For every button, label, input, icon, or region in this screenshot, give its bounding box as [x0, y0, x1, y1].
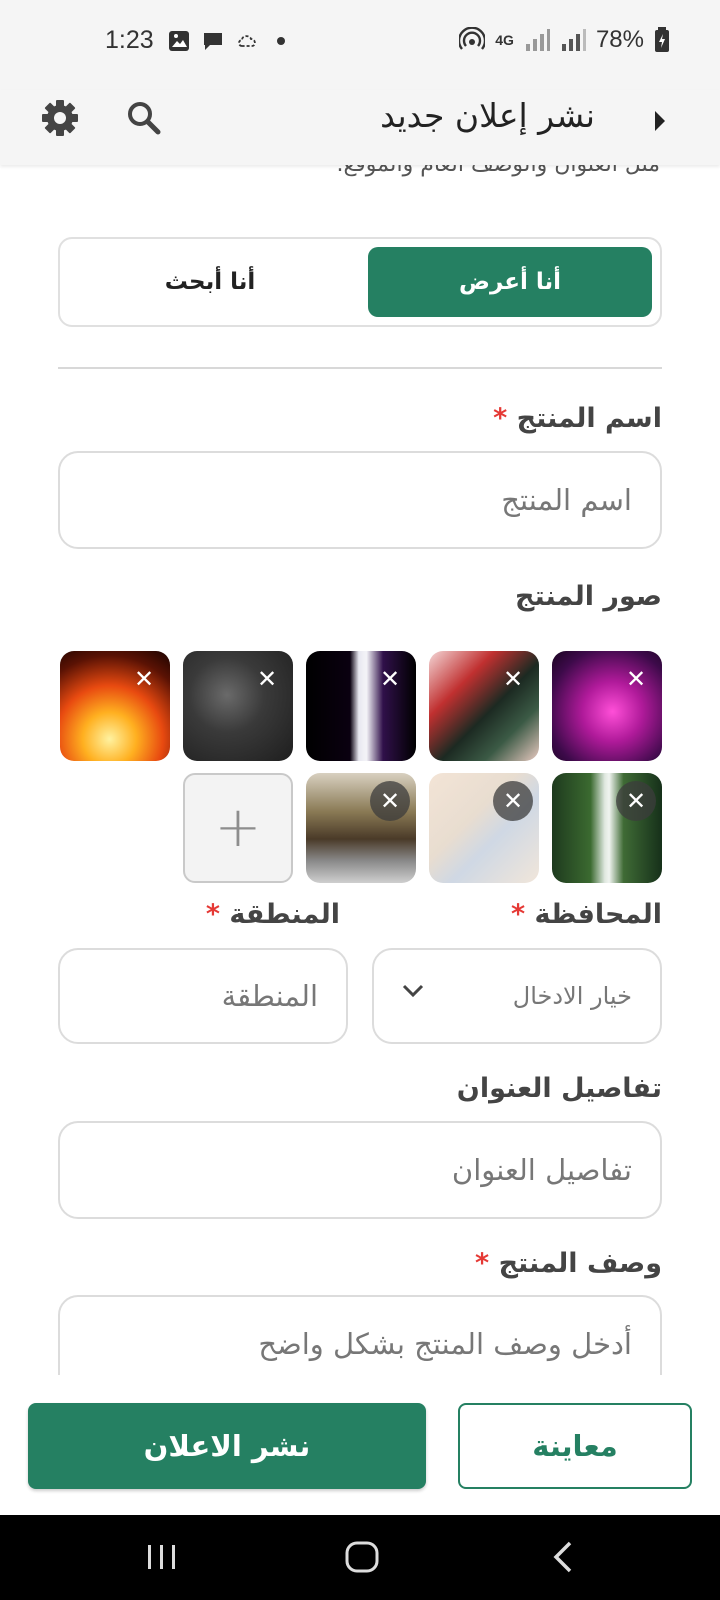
governorate-select[interactable]: خيار الادخال — [372, 948, 662, 1044]
required-mark: * — [205, 899, 220, 930]
governorate-label-text: المحافظة — [534, 899, 662, 930]
divider — [58, 367, 662, 369]
home-icon[interactable] — [342, 1537, 382, 1577]
product-photo-thumbnail[interactable]: ✕ — [183, 651, 293, 761]
battery-percent: 78% — [595, 26, 644, 53]
product-description-textarea[interactable]: أدخل وصف المنتج بشكل واضح — [58, 1295, 662, 1375]
remove-photo-button[interactable]: ✕ — [493, 781, 533, 821]
product-photo-thumbnail[interactable]: ✕ — [552, 773, 662, 883]
remove-photo-button[interactable]: ✕ — [616, 659, 656, 699]
status-bar: 1:23 4G 78% — [0, 0, 720, 90]
remove-photo-button[interactable]: ✕ — [616, 781, 656, 821]
product-photo-thumbnail[interactable]: ✕ — [552, 651, 662, 761]
hotspot-icon — [459, 27, 486, 50]
product-name-label-text: اسم المنتج — [516, 403, 662, 434]
product-photo-thumbnail[interactable]: ✕ — [429, 651, 539, 761]
message-icon — [204, 33, 222, 50]
governorate-label: المحافظة * — [511, 899, 662, 930]
required-mark: * — [475, 1248, 490, 1279]
region-label: المنطقة * — [206, 899, 340, 930]
status-time: 1:23 — [105, 26, 154, 54]
region-label-text: المنطقة — [229, 899, 340, 930]
search-option-button[interactable]: أنا أبحث — [68, 247, 352, 317]
sync-cloud-icon — [238, 35, 256, 47]
offer-option-button[interactable]: أنا أعرض — [368, 247, 652, 317]
system-nav-bar — [0, 1515, 720, 1600]
signal-icon-2 — [561, 29, 586, 51]
remove-photo-button[interactable]: ✕ — [493, 659, 533, 699]
signal-icon — [525, 29, 550, 51]
plus-icon: + — [214, 795, 262, 860]
address-details-label: تفاصيل العنوان — [456, 1073, 662, 1104]
publish-button[interactable]: نشر الاعلان — [28, 1403, 426, 1489]
product-description-label: وصف المنتج * — [475, 1248, 662, 1279]
product-description-label-text: وصف المنتج — [498, 1248, 662, 1279]
remove-photo-button[interactable]: ✕ — [370, 659, 410, 699]
product-photos-label: صور المنتج — [515, 581, 662, 612]
status-notification-icons — [168, 30, 292, 52]
search-icon[interactable] — [124, 98, 164, 138]
bottom-action-bar: نشر الاعلان معاينة — [0, 1375, 720, 1515]
intro-text: مثل العنوان والوصف العام والموقع. — [60, 165, 660, 185]
remove-photo-button[interactable]: ✕ — [247, 659, 287, 699]
remove-photo-button[interactable]: ✕ — [370, 781, 410, 821]
recent-apps-icon[interactable] — [142, 1537, 182, 1577]
required-mark: * — [493, 403, 508, 434]
network-type: 4G — [495, 32, 514, 48]
back-arrow-icon[interactable] — [648, 106, 672, 136]
gallery-icon — [169, 31, 189, 51]
required-mark: * — [511, 899, 526, 930]
chevron-down-icon — [402, 984, 424, 998]
listing-type-toggle: أنا أعرض أنا أبحث — [58, 237, 662, 327]
address-details-input[interactable]: تفاصيل العنوان — [58, 1121, 662, 1219]
add-photo-button[interactable]: + — [183, 773, 293, 883]
form-scroll-area[interactable]: مثل العنوان والوصف العام والموقع. أنا أع… — [0, 165, 720, 1375]
gear-icon[interactable] — [40, 98, 80, 138]
product-photo-thumbnail[interactable]: ✕ — [60, 651, 170, 761]
product-name-input[interactable]: اسم المنتج — [58, 451, 662, 549]
product-photo-thumbnail[interactable]: ✕ — [306, 773, 416, 883]
preview-button[interactable]: معاينة — [458, 1403, 692, 1489]
app-bar: نشر إعلان جديد — [0, 90, 720, 165]
product-photo-thumbnail[interactable]: ✕ — [306, 651, 416, 761]
dot-icon — [277, 37, 285, 45]
status-system-icons: 4G 78% — [459, 26, 670, 54]
page-title: نشر إعلان جديد — [380, 96, 595, 135]
product-name-label: اسم المنتج * — [493, 403, 662, 434]
product-photo-thumbnail[interactable]: ✕ — [429, 773, 539, 883]
back-icon[interactable] — [544, 1537, 584, 1577]
remove-photo-button[interactable]: ✕ — [124, 659, 164, 699]
governorate-selected-value: خيار الادخال — [512, 982, 632, 1010]
region-input[interactable]: المنطقة — [58, 948, 348, 1044]
battery-icon — [655, 27, 669, 52]
